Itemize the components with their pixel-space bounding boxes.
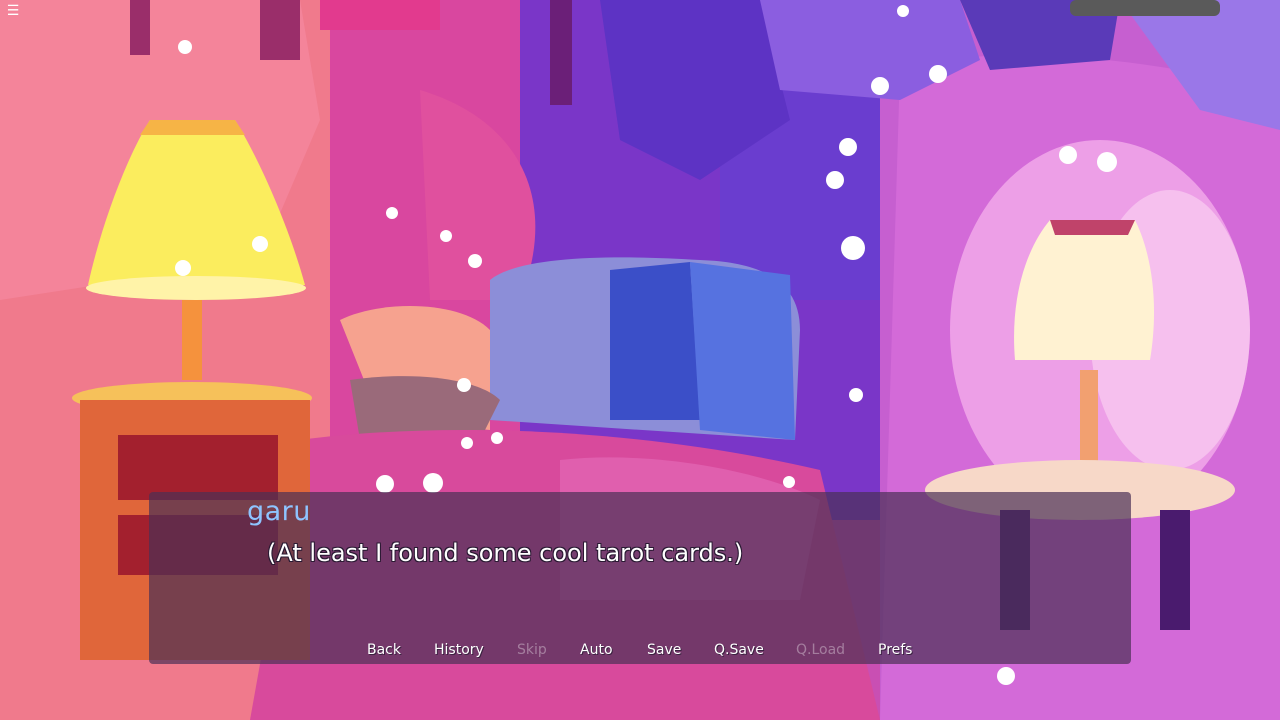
dialogue-text: (At least I found some cool tarot cards.… bbox=[267, 539, 744, 567]
skip-button[interactable]: Skip bbox=[517, 638, 547, 662]
back-button[interactable]: Back bbox=[367, 638, 401, 662]
speaker-name: garu bbox=[247, 496, 311, 527]
save-button[interactable]: Save bbox=[647, 638, 681, 662]
preferences-button[interactable]: Prefs bbox=[878, 638, 912, 662]
menu-icon[interactable]: ☰ bbox=[4, 2, 22, 20]
history-button[interactable]: History bbox=[434, 638, 484, 662]
quick-save-button[interactable]: Q.Save bbox=[714, 638, 764, 662]
quick-load-button[interactable]: Q.Load bbox=[796, 638, 845, 662]
quick-menu: Back History Skip Auto Save Q.Save Q.Loa… bbox=[149, 638, 1131, 662]
auto-button[interactable]: Auto bbox=[580, 638, 613, 662]
